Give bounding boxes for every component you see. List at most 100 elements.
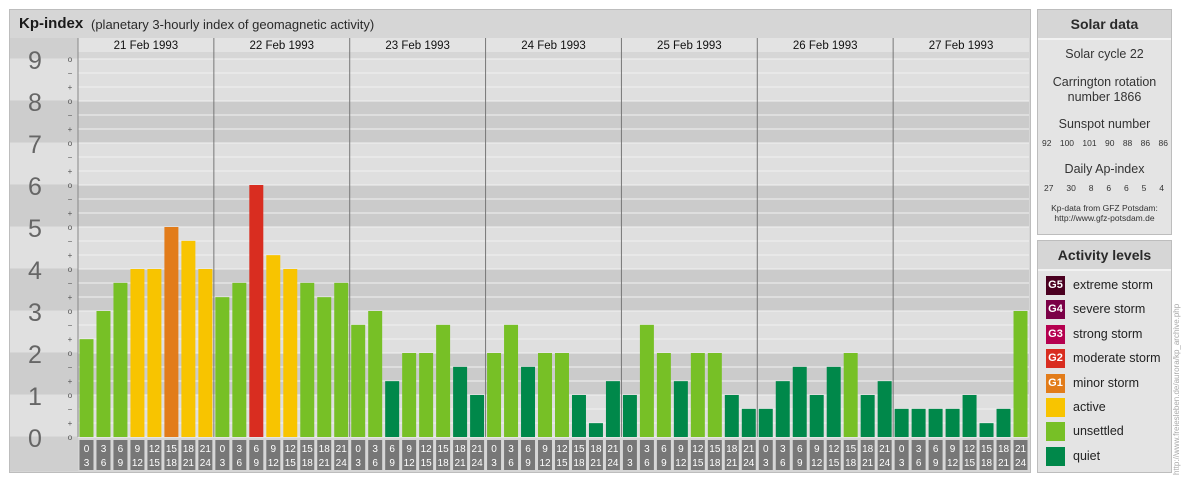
ap-value: 6 bbox=[1123, 183, 1129, 193]
interval-end-label: 3 bbox=[491, 458, 497, 469]
kp-bar bbox=[130, 269, 145, 437]
interval-end-label: 18 bbox=[302, 458, 314, 469]
kp-bar bbox=[877, 381, 892, 437]
interval-end-label: 15 bbox=[964, 458, 976, 469]
y-minor-tick-label: − bbox=[68, 321, 73, 330]
kp-bar bbox=[809, 395, 824, 437]
interval-end-label: 3 bbox=[355, 458, 361, 469]
kp-bar bbox=[164, 227, 179, 437]
interval-end-label: 21 bbox=[319, 458, 331, 469]
kp-bar bbox=[198, 269, 213, 437]
interval-start-label: 6 bbox=[525, 444, 531, 455]
interval-end-label: 15 bbox=[285, 458, 297, 469]
kp-bar bbox=[758, 408, 773, 437]
data-source-text: Kp-data from GFZ Potsdam: bbox=[1051, 203, 1158, 213]
legend-label: unsettled bbox=[1073, 424, 1124, 438]
kp-bar bbox=[911, 408, 926, 437]
interval-start-label: 18 bbox=[183, 444, 195, 455]
interval-start-label: 12 bbox=[149, 444, 161, 455]
kp-bar bbox=[436, 324, 451, 437]
y-tick-label: 8 bbox=[28, 89, 42, 117]
interval-end-label: 24 bbox=[200, 458, 212, 469]
y-minor-tick-label: − bbox=[68, 195, 73, 204]
legend-label: minor storm bbox=[1073, 376, 1139, 390]
activity-levels-title: Activity levels bbox=[1038, 241, 1171, 271]
interval-end-label: 12 bbox=[675, 458, 687, 469]
ap-index-values: 27 30 8 6 6 5 4 bbox=[1044, 183, 1164, 193]
interval-start-label: 21 bbox=[607, 444, 619, 455]
data-source-link[interactable]: http://www.gfz-potsdam.de bbox=[1038, 213, 1171, 223]
active-swatch bbox=[1046, 397, 1065, 417]
interval-end-label: 18 bbox=[709, 458, 721, 469]
y-minor-tick-label: − bbox=[68, 405, 73, 414]
interval-start-label: 0 bbox=[627, 444, 633, 455]
legend-item-g5: G5 extreme storm bbox=[1046, 275, 1153, 295]
interval-end-label: 6 bbox=[916, 458, 922, 469]
day-label: 26 Feb 1993 bbox=[793, 40, 858, 52]
y-minor-tick-label: o bbox=[68, 139, 73, 148]
interval-start-label: 9 bbox=[678, 444, 684, 455]
kp-bar bbox=[215, 297, 230, 437]
carrington-rotation-line1: Carrington rotation bbox=[1052, 75, 1157, 89]
legend-label: extreme storm bbox=[1073, 278, 1153, 292]
y-minor-tick-label: − bbox=[68, 111, 73, 120]
interval-start-label: 3 bbox=[916, 444, 922, 455]
day-label: 23 Feb 1993 bbox=[385, 40, 450, 52]
kp-bar bbox=[351, 324, 366, 437]
y-minor-tick-label: − bbox=[68, 69, 73, 78]
y-level-band bbox=[10, 226, 78, 269]
y-level-band bbox=[10, 142, 78, 185]
interval-start-label: 9 bbox=[406, 444, 412, 455]
interval-end-label: 24 bbox=[336, 458, 348, 469]
kp-bar bbox=[724, 395, 739, 437]
interval-end-label: 9 bbox=[389, 458, 395, 469]
g3-swatch: G3 bbox=[1046, 324, 1065, 344]
interval-start-label: 0 bbox=[491, 444, 497, 455]
y-minor-tick-label: − bbox=[68, 237, 73, 246]
interval-start-label: 3 bbox=[237, 444, 243, 455]
interval-start-label: 18 bbox=[455, 444, 467, 455]
interval-end-label: 3 bbox=[763, 458, 769, 469]
legend-item-quiet: quiet bbox=[1046, 446, 1100, 466]
y-minor-tick-label: + bbox=[68, 335, 73, 344]
kp-bar bbox=[96, 311, 111, 437]
interval-start-label: 21 bbox=[879, 444, 891, 455]
kp-bar bbox=[860, 395, 875, 437]
interval-start-label: 18 bbox=[319, 444, 331, 455]
sunspot-value: 101 bbox=[1082, 138, 1097, 148]
interval-start-label: 9 bbox=[814, 444, 820, 455]
y-minor-tick-label: o bbox=[68, 349, 73, 358]
y-level-band bbox=[10, 394, 78, 437]
interval-end-label: 15 bbox=[149, 458, 161, 469]
interval-start-label: 12 bbox=[692, 444, 704, 455]
y-minor-tick-label: + bbox=[68, 125, 73, 134]
sunspot-value: 86 bbox=[1140, 138, 1151, 148]
ap-value: 30 bbox=[1066, 183, 1076, 193]
interval-end-label: 18 bbox=[981, 458, 993, 469]
kp-bar bbox=[928, 408, 943, 437]
y-minor-tick-label: + bbox=[68, 83, 73, 92]
interval-start-label: 6 bbox=[797, 444, 803, 455]
plot-level-band bbox=[78, 59, 1029, 101]
g1-swatch: G1 bbox=[1046, 373, 1065, 393]
kp-bar bbox=[113, 282, 128, 437]
ap-index-title: Daily Ap-index bbox=[1064, 162, 1145, 176]
interval-start-label: 21 bbox=[336, 444, 348, 455]
interval-start-label: 9 bbox=[271, 444, 277, 455]
interval-start-label: 18 bbox=[862, 444, 874, 455]
kp-bar bbox=[1013, 311, 1028, 437]
interval-end-label: 3 bbox=[627, 458, 633, 469]
interval-end-label: 3 bbox=[899, 458, 905, 469]
y-tick-label: 4 bbox=[28, 257, 42, 285]
interval-start-label: 6 bbox=[254, 444, 260, 455]
interval-start-label: 18 bbox=[998, 444, 1010, 455]
interval-start-label: 6 bbox=[118, 444, 124, 455]
interval-start-label: 21 bbox=[1015, 444, 1027, 455]
kp-bar bbox=[673, 381, 688, 437]
y-tick-label: 6 bbox=[28, 173, 42, 201]
interval-end-label: 18 bbox=[845, 458, 857, 469]
interval-end-label: 6 bbox=[508, 458, 514, 469]
interval-start-label: 0 bbox=[220, 444, 226, 455]
kp-bar bbox=[283, 269, 298, 437]
kp-bar bbox=[792, 366, 807, 437]
